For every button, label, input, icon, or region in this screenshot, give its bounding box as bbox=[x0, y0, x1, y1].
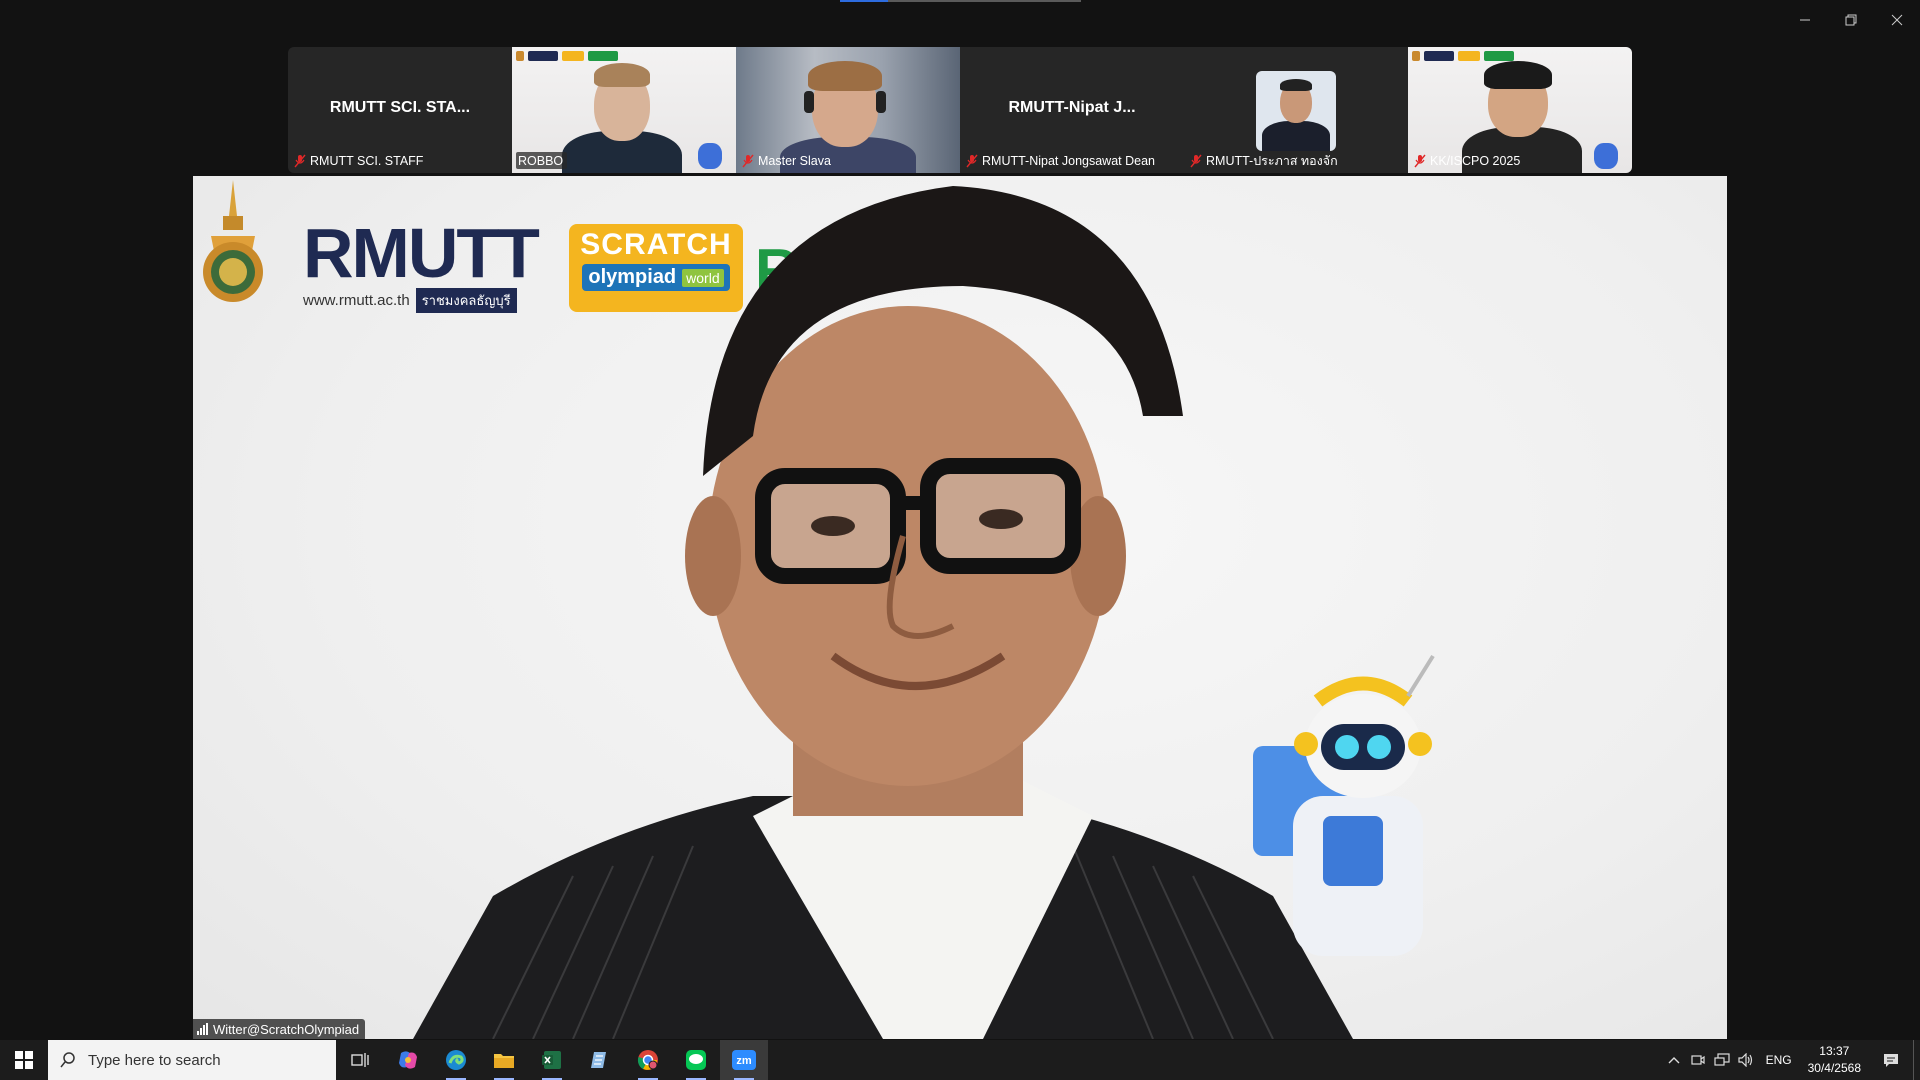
windows-taskbar: zm ENG 13:37 30/4/2568 bbox=[0, 1040, 1920, 1080]
participant-tile[interactable]: RMUTT SCI. STA... RMUTT SCI. STAFF bbox=[288, 47, 512, 173]
participant-label: RMUTT-ประภาส ทองจัก bbox=[1188, 152, 1342, 169]
participant-name: RMUTT-Nipat J... bbox=[1008, 99, 1136, 116]
notepad-icon[interactable] bbox=[576, 1040, 624, 1080]
line-icon[interactable] bbox=[672, 1040, 720, 1080]
excel-icon[interactable] bbox=[528, 1040, 576, 1080]
participant-label-text: ROBBO bbox=[518, 153, 564, 168]
show-desktop-button[interactable] bbox=[1913, 1040, 1920, 1080]
tile-logos bbox=[1412, 51, 1514, 61]
clock-time: 13:37 bbox=[1819, 1044, 1850, 1058]
volume-icon[interactable] bbox=[1734, 1040, 1758, 1080]
start-button[interactable] bbox=[0, 1040, 48, 1080]
mic-muted-icon bbox=[1414, 154, 1426, 167]
mic-muted-icon bbox=[294, 154, 306, 167]
main-speaker-video[interactable]: RMUTT www.rmutt.ac.th ราชมงคลธัญบุรี SCR… bbox=[193, 176, 1727, 1039]
participant-label: Master Slava bbox=[740, 152, 835, 169]
participant-tile[interactable]: ROBBO bbox=[512, 47, 736, 173]
participant-label: RMUTT-Nipat Jongsawat Dean bbox=[964, 152, 1159, 169]
restore-icon[interactable] bbox=[1828, 0, 1874, 40]
participant-label-text: RMUTT-ประภาส ทองจัก bbox=[1206, 153, 1338, 168]
mic-muted-icon bbox=[742, 154, 754, 167]
input-language[interactable]: ENG bbox=[1758, 1053, 1800, 1067]
taskbar-clock[interactable]: 13:37 30/4/2568 bbox=[1800, 1043, 1869, 1077]
participant-label: KK/ISCPO 2025 bbox=[1412, 152, 1524, 169]
network-icon[interactable] bbox=[1710, 1040, 1734, 1080]
zoom-icon-label: zm bbox=[736, 1055, 752, 1067]
participant-tile[interactable]: RMUTT-Nipat J... RMUTT-Nipat Jongsawat D… bbox=[960, 47, 1184, 173]
signal-strength-icon bbox=[197, 1023, 208, 1035]
participant-name: RMUTT SCI. STA... bbox=[329, 99, 471, 116]
chrome-icon[interactable] bbox=[624, 1040, 672, 1080]
close-icon[interactable] bbox=[1874, 0, 1920, 40]
meet-now-icon[interactable] bbox=[1686, 1040, 1710, 1080]
windows-logo-icon bbox=[15, 1051, 33, 1069]
share-indicator-bar bbox=[840, 0, 1081, 2]
chevron-up-icon[interactable] bbox=[1662, 1040, 1686, 1080]
participant-tile[interactable]: RMUTT-ประภาส ทองจัก bbox=[1184, 47, 1408, 173]
participant-strip: RMUTT SCI. STA... RMUTT SCI. STAFF ROBBO bbox=[288, 47, 1632, 173]
window-controls bbox=[1782, 0, 1920, 40]
search-input[interactable] bbox=[86, 1050, 310, 1070]
participant-label-text: RMUTT SCI. STAFF bbox=[310, 153, 424, 168]
copilot-icon[interactable] bbox=[384, 1040, 432, 1080]
mic-muted-icon bbox=[966, 154, 978, 167]
file-explorer-icon[interactable] bbox=[480, 1040, 528, 1080]
participant-label: ROBBO bbox=[516, 152, 568, 169]
speaker-name-label: Witter@ScratchOlympiad bbox=[193, 1019, 366, 1039]
tile-logos bbox=[516, 51, 618, 61]
participant-label-text: RMUTT-Nipat Jongsawat Dean bbox=[982, 153, 1155, 168]
taskbar-search[interactable] bbox=[48, 1040, 336, 1080]
participant-tile[interactable]: KK/ISCPO 2025 bbox=[1408, 47, 1632, 173]
mic-muted-icon bbox=[1190, 154, 1202, 167]
avatar bbox=[1256, 71, 1336, 151]
clock-date: 30/4/2568 bbox=[1807, 1061, 1861, 1075]
system-tray: ENG 13:37 30/4/2568 bbox=[1662, 1040, 1920, 1080]
participant-label: RMUTT SCI. STAFF bbox=[292, 152, 427, 169]
zoom-icon[interactable]: zm bbox=[720, 1040, 768, 1080]
participant-label-text: Master Slava bbox=[758, 153, 831, 168]
search-icon bbox=[60, 1052, 75, 1068]
notification-icon[interactable] bbox=[1869, 1040, 1913, 1080]
task-view-icon[interactable] bbox=[336, 1040, 384, 1080]
speaker-figure bbox=[413, 186, 1435, 1039]
participant-label-text: KK/ISCPO 2025 bbox=[1430, 153, 1521, 168]
minimize-icon[interactable] bbox=[1782, 0, 1828, 40]
speaker-name-text: Witter@ScratchOlympiad bbox=[213, 1021, 360, 1037]
edge-icon[interactable] bbox=[432, 1040, 480, 1080]
participant-tile[interactable]: Master Slava bbox=[736, 47, 960, 173]
